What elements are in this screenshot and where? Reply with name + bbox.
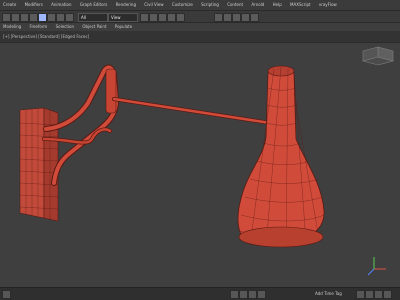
orbit-icon[interactable] <box>374 290 383 299</box>
tab-modeling[interactable]: Modeling <box>3 24 21 29</box>
status-bar: Add Time Tag <box>0 287 400 300</box>
perspective-viewport[interactable] <box>0 43 400 288</box>
key-mode-icon[interactable] <box>257 290 266 299</box>
move-icon[interactable] <box>47 13 56 22</box>
menu-create[interactable]: Create <box>3 2 16 7</box>
reference-coordinate-dropdown[interactable]: View <box>108 13 138 22</box>
prev-frame-icon[interactable] <box>230 290 239 299</box>
menu-bar: Create Modifiers Animation Graph Editors… <box>0 0 400 11</box>
menu-scripting[interactable]: Scripting <box>201 2 219 7</box>
tab-freeform[interactable]: Freeform <box>29 24 47 29</box>
menu-arnold[interactable]: Arnold <box>251 2 264 7</box>
menu-maxscript[interactable]: MAXScript <box>290 2 311 7</box>
pan-icon[interactable] <box>365 290 374 299</box>
menu-content[interactable]: Content <box>227 2 243 7</box>
material-editor-icon[interactable] <box>232 13 241 22</box>
add-time-tag[interactable]: Add Time Tag <box>315 288 342 300</box>
wall-plate <box>19 107 59 222</box>
mirror-icon[interactable] <box>167 13 176 22</box>
snap-icon[interactable] <box>140 13 149 22</box>
main-toolbar: All View <box>0 11 400 23</box>
tab-object-paint[interactable]: Object Paint <box>82 24 106 29</box>
next-frame-icon[interactable] <box>248 290 257 299</box>
render-icon[interactable] <box>250 13 259 22</box>
menu-customize[interactable]: Customize <box>172 2 193 7</box>
menu-help[interactable]: Help <box>273 2 282 7</box>
undo-icon[interactable] <box>2 13 11 22</box>
tab-selection[interactable]: Selection <box>56 24 74 29</box>
link-icon[interactable] <box>20 13 29 22</box>
lamp-shade <box>237 65 325 249</box>
render-setup-icon[interactable] <box>241 13 250 22</box>
viewcube-icon[interactable] <box>361 46 395 66</box>
folding-arm <box>42 64 272 186</box>
viewport-canvas <box>19 46 395 276</box>
menu-animation[interactable]: Animation <box>51 2 71 7</box>
menu-civil-view[interactable]: Civil View <box>144 2 163 7</box>
curve-editor-icon[interactable] <box>223 13 232 22</box>
menu-modifiers[interactable]: Modifiers <box>25 2 43 7</box>
angle-snap-icon[interactable] <box>149 13 158 22</box>
maximize-viewport-icon[interactable] <box>383 290 392 299</box>
percent-snap-icon[interactable] <box>158 13 167 22</box>
menu-rendering[interactable]: Rendering <box>116 2 136 7</box>
menu-graph-editors[interactable]: Graph Editors <box>80 2 107 7</box>
axis-gizmo-icon <box>367 257 386 276</box>
selection-filter-dropdown[interactable]: All <box>78 13 108 22</box>
menu-vrayflow[interactable]: vrayFlow <box>319 2 337 7</box>
viewport-label[interactable]: [+] [Perspective] [Standard] [Edged Face… <box>0 31 400 43</box>
unlink-icon[interactable] <box>29 13 38 22</box>
rotate-icon[interactable] <box>56 13 65 22</box>
scale-icon[interactable] <box>65 13 74 22</box>
zoom-icon[interactable] <box>356 290 365 299</box>
play-icon[interactable] <box>239 290 248 299</box>
select-icon[interactable] <box>38 13 47 22</box>
redo-icon[interactable] <box>11 13 20 22</box>
tab-populate[interactable]: Populate <box>115 24 132 29</box>
maxscript-listener-icon[interactable] <box>2 290 11 299</box>
align-icon[interactable] <box>176 13 185 22</box>
layer-manager-icon[interactable] <box>214 13 223 22</box>
